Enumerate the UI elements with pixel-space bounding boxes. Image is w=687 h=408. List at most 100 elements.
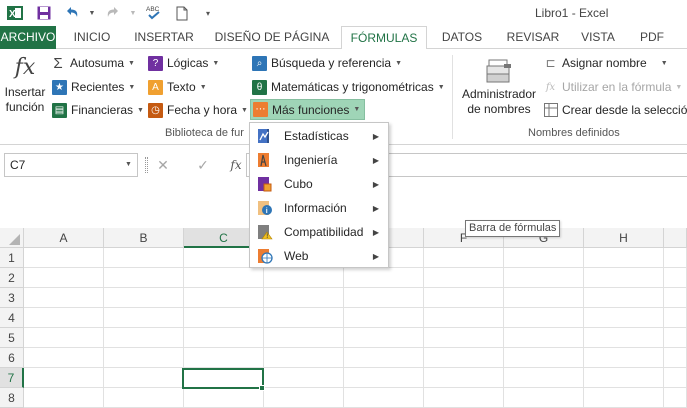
grid-cell[interactable]	[664, 288, 687, 308]
cancel-icon[interactable]: ✕	[152, 154, 174, 176]
grid-cell[interactable]	[504, 308, 584, 328]
grid-cell[interactable]	[264, 328, 344, 348]
name-box[interactable]: C7	[4, 153, 138, 177]
grid-cell[interactable]	[104, 388, 184, 408]
row-header-4[interactable]: 4	[0, 308, 24, 328]
tab-archivo[interactable]: ARCHIVO	[0, 26, 56, 49]
grid-cell[interactable]	[104, 308, 184, 328]
grid-cell[interactable]	[584, 268, 664, 288]
grid-cell[interactable]	[664, 308, 687, 328]
grid-cell[interactable]	[24, 388, 104, 408]
menu-item-cube[interactable]: Cubo ▶	[251, 172, 387, 196]
grid-cell[interactable]	[664, 368, 687, 388]
grid-cell[interactable]	[424, 308, 504, 328]
grid-cell[interactable]	[264, 308, 344, 328]
grid-cell[interactable]	[584, 288, 664, 308]
grid-cell[interactable]	[184, 288, 264, 308]
grid-cell[interactable]	[264, 268, 344, 288]
tab-diseno-pagina[interactable]: DISEÑO DE PÁGINA	[208, 26, 336, 49]
grid-cell[interactable]	[184, 308, 264, 328]
grid-cell[interactable]	[424, 368, 504, 388]
define-name-button[interactable]: ⊏ Asignar nombre ▼	[543, 53, 667, 73]
customize-qat-icon[interactable]: ▾	[199, 4, 217, 22]
tab-revisar[interactable]: REVISAR	[500, 26, 566, 49]
grid-cell[interactable]	[504, 268, 584, 288]
column-header-h[interactable]: H	[584, 228, 664, 248]
grid-cell[interactable]	[584, 388, 664, 408]
menu-item-compatibility[interactable]: ! Compatibilidad ▶	[251, 220, 387, 244]
grid-cell[interactable]	[664, 248, 687, 268]
grid-cell[interactable]	[24, 328, 104, 348]
grid-cell[interactable]	[184, 328, 264, 348]
undo-icon[interactable]	[63, 4, 81, 22]
grid-cell[interactable]	[344, 388, 424, 408]
row-header-1[interactable]: 1	[0, 248, 24, 268]
select-all-corner[interactable]	[0, 228, 24, 248]
formula-bar-grip[interactable]	[145, 157, 148, 173]
tab-inicio[interactable]: INICIO	[62, 26, 122, 49]
grid-cell[interactable]	[344, 288, 424, 308]
active-cell-c7[interactable]	[182, 368, 264, 389]
tab-vista[interactable]: VISTA	[573, 26, 623, 49]
grid-cell[interactable]	[504, 368, 584, 388]
grid-cell[interactable]	[184, 388, 264, 408]
spelling-icon[interactable]: ABC	[145, 4, 163, 22]
grid-cell[interactable]	[584, 368, 664, 388]
math-trig-button[interactable]: θ Matemáticas y trigonométricas ▼	[252, 77, 445, 97]
lookup-reference-button[interactable]: ⌕ Búsqueda y referencia ▼	[252, 53, 402, 73]
menu-item-information[interactable]: i Información ▶	[251, 196, 387, 220]
grid-cell[interactable]	[24, 268, 104, 288]
grid-cell[interactable]	[584, 328, 664, 348]
row-header-6[interactable]: 6	[0, 348, 24, 368]
grid-cell[interactable]	[584, 308, 664, 328]
grid-cell[interactable]	[104, 368, 184, 388]
grid-cell[interactable]	[424, 268, 504, 288]
grid-cell[interactable]	[24, 248, 104, 268]
menu-item-engineering[interactable]: Ingeniería ▶	[251, 148, 387, 172]
grid-cell[interactable]	[24, 348, 104, 368]
grid-cell[interactable]	[424, 388, 504, 408]
autosum-button[interactable]: Σ Autosuma ▼	[50, 53, 135, 73]
text-button[interactable]: A Texto ▼	[148, 77, 207, 97]
save-icon[interactable]	[35, 4, 53, 22]
grid-cell[interactable]	[184, 348, 264, 368]
grid-cell[interactable]	[264, 368, 344, 388]
grid-cell[interactable]	[344, 308, 424, 328]
grid-cell[interactable]	[504, 388, 584, 408]
grid-cell[interactable]	[104, 288, 184, 308]
grid-cell[interactable]	[264, 288, 344, 308]
grid-cell[interactable]	[104, 348, 184, 368]
tab-datos[interactable]: DATOS	[432, 26, 492, 49]
enter-icon[interactable]: ✓	[192, 154, 214, 176]
tab-insertar[interactable]: INSERTAR	[128, 26, 200, 49]
grid-cell[interactable]	[264, 388, 344, 408]
grid-cell[interactable]	[24, 308, 104, 328]
grid-cell[interactable]	[424, 288, 504, 308]
grid-cell[interactable]	[104, 328, 184, 348]
row-header-5[interactable]: 5	[0, 328, 24, 348]
grid-cell[interactable]	[424, 348, 504, 368]
grid-cell[interactable]	[664, 348, 687, 368]
grid-cell[interactable]	[184, 268, 264, 288]
grid-cell[interactable]	[664, 328, 687, 348]
grid-cell[interactable]	[664, 268, 687, 288]
grid-cell[interactable]	[504, 288, 584, 308]
column-header-a[interactable]: A	[24, 228, 104, 248]
grid-cell[interactable]	[344, 268, 424, 288]
insert-function-button[interactable]: fx Insertar función	[2, 53, 48, 125]
datetime-button[interactable]: ◷ Fecha y hora ▼	[148, 100, 248, 120]
undo-dropdown-icon[interactable]: ▼	[83, 4, 101, 22]
menu-item-statistical[interactable]: Estadísticas ▶	[251, 124, 387, 148]
financial-button[interactable]: ▤ Financieras ▼	[52, 100, 144, 120]
create-from-selection-button[interactable]: Crear desde la selecció	[543, 100, 687, 120]
grid-cell[interactable]	[344, 368, 424, 388]
grid-cell[interactable]	[504, 328, 584, 348]
menu-item-web[interactable]: Web ▶	[251, 244, 387, 268]
tab-formulas[interactable]: FÓRMULAS	[341, 26, 427, 50]
row-header-3[interactable]: 3	[0, 288, 24, 308]
grid-cell[interactable]	[504, 248, 584, 268]
column-header-partial[interactable]	[664, 228, 687, 248]
grid-cell[interactable]	[584, 248, 664, 268]
grid-cell[interactable]	[344, 328, 424, 348]
row-header-2[interactable]: 2	[0, 268, 24, 288]
